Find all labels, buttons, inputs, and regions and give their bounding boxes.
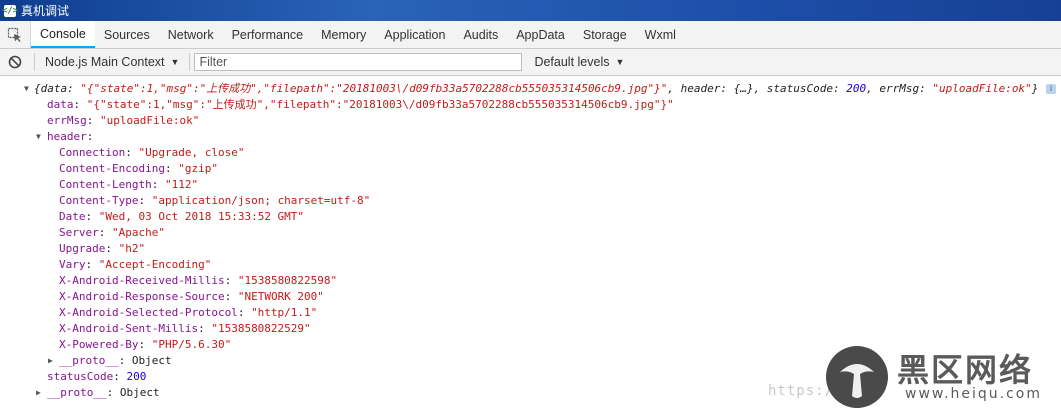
- tab-wxml[interactable]: Wxml: [636, 21, 685, 48]
- tab-memory[interactable]: Memory: [312, 21, 375, 48]
- filter-input[interactable]: [194, 53, 523, 71]
- panel-tab-bar: Console Sources Network Performance Memo…: [0, 21, 1061, 49]
- title-bar: </> 真机调试: [0, 0, 1061, 21]
- summary-data-value: "{"state":1,"msg":"上传成功","filepath":"201…: [80, 82, 668, 95]
- context-label: Node.js Main Context: [45, 55, 165, 69]
- expand-arrow-right-icon[interactable]: ▶: [36, 385, 41, 401]
- header-entry: X-Android-Sent-Millis: "1538580822529": [59, 322, 311, 335]
- header-entry: Upgrade: "h2": [59, 242, 146, 255]
- context-selector[interactable]: Node.js Main Context ▼: [39, 52, 185, 72]
- expand-arrow-down-icon[interactable]: ▼: [36, 129, 41, 145]
- header-entry: X-Android-Received-Millis: "153858082259…: [59, 274, 338, 287]
- tab-storage[interactable]: Storage: [574, 21, 636, 48]
- levels-label: Default levels: [534, 55, 610, 69]
- info-icon[interactable]: i: [1046, 84, 1056, 94]
- header-entry: X-Powered-By: "PHP/5.6.30": [59, 338, 232, 351]
- tab-audits[interactable]: Audits: [454, 21, 507, 48]
- property-data: data: "{"state":1,"msg":"上传成功","filepath…: [47, 98, 674, 111]
- window-title: 真机调试: [21, 4, 70, 18]
- caret-down-icon: ▼: [615, 57, 625, 67]
- log-levels-dropdown[interactable]: Default levels ▼: [528, 52, 630, 72]
- property-statuscode: statusCode: 200: [47, 370, 147, 383]
- property-errmsg: errMsg: "uploadFile:ok": [47, 114, 200, 127]
- object-proto[interactable]: __proto__: Object: [47, 385, 160, 401]
- toolbar-divider: [189, 53, 191, 71]
- console-log-summary[interactable]: {data: "{"state":1,"msg":"上传成功","filepat…: [34, 81, 1038, 97]
- watermark-name: 黑区网络: [897, 351, 1034, 389]
- tab-application[interactable]: Application: [375, 21, 454, 48]
- header-entry: Content-Length: "112": [59, 178, 199, 191]
- inspect-cursor-icon: [7, 27, 21, 42]
- watermark-domain: www.heiqu.com: [905, 386, 1043, 402]
- watermark-logo-icon: [826, 346, 888, 408]
- inspect-element-button[interactable]: [0, 21, 31, 48]
- tab-console[interactable]: Console: [31, 21, 95, 48]
- tab-network[interactable]: Network: [159, 21, 223, 48]
- tab-performance[interactable]: Performance: [223, 21, 313, 48]
- header-entry: Content-Type: "application/json; charset…: [59, 194, 371, 207]
- caret-down-icon: ▼: [170, 57, 180, 67]
- summary-errmsg-value: "uploadFile:ok": [932, 82, 1032, 95]
- clear-console-button[interactable]: [0, 55, 30, 69]
- header-entry: X-Android-Selected-Protocol: "http/1.1": [59, 306, 318, 319]
- expand-arrow-down-icon[interactable]: ▼: [24, 81, 29, 97]
- tab-sources[interactable]: Sources: [95, 21, 159, 48]
- header-entry: X-Android-Response-Source: "NETWORK 200": [59, 290, 324, 303]
- property-header[interactable]: header:: [47, 129, 93, 145]
- header-entry: Vary: "Accept-Encoding": [59, 258, 212, 271]
- expand-arrow-right-icon[interactable]: ▶: [48, 353, 53, 369]
- toolbar-divider: [34, 53, 35, 71]
- header-entry: Connection: "Upgrade, close": [59, 146, 245, 159]
- header-entry: Date: "Wed, 03 Oct 2018 15:33:52 GMT": [59, 210, 305, 223]
- header-entry: Server: "Apache": [59, 226, 165, 239]
- devtools-icon: </>: [1, 4, 19, 17]
- clear-icon: [8, 55, 22, 69]
- tab-appdata[interactable]: AppData: [507, 21, 574, 48]
- header-entry: Content-Encoding: "gzip": [59, 162, 218, 175]
- summary-status-value: 200: [846, 82, 867, 95]
- console-toolbar: Node.js Main Context ▼ Default levels ▼: [0, 49, 1061, 76]
- header-proto[interactable]: __proto__: Object: [59, 353, 172, 369]
